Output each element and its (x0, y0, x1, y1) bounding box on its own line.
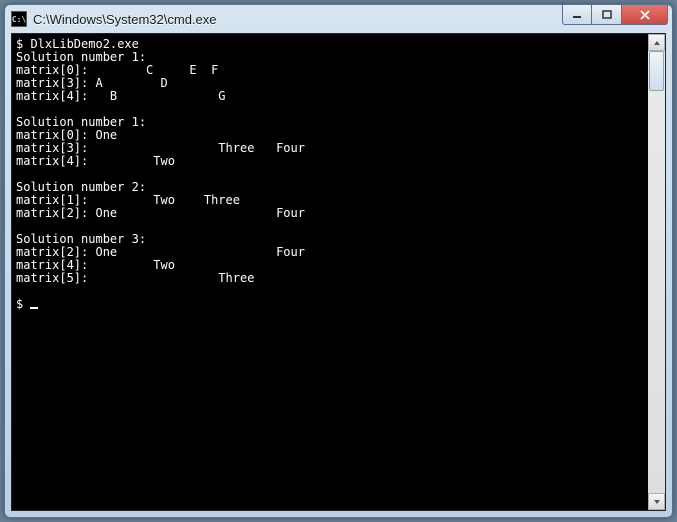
cursor (30, 307, 38, 309)
minimize-button[interactable] (562, 5, 592, 25)
console-output[interactable]: $ DlxLibDemo2.exe Solution number 1: mat… (12, 34, 648, 510)
vertical-scrollbar[interactable] (648, 34, 665, 510)
close-button[interactable] (622, 5, 668, 25)
scroll-track[interactable] (648, 51, 665, 493)
cmd-window: C:\ C:\Windows\System32\cmd.exe $ DlxLib… (4, 4, 673, 518)
titlebar[interactable]: C:\ C:\Windows\System32\cmd.exe (5, 5, 672, 33)
window-controls (562, 5, 668, 25)
scroll-up-button[interactable] (648, 34, 665, 51)
scroll-thumb[interactable] (649, 51, 664, 91)
cmd-icon: C:\ (11, 11, 27, 27)
scroll-down-button[interactable] (648, 493, 665, 510)
client-area: $ DlxLibDemo2.exe Solution number 1: mat… (11, 33, 666, 511)
maximize-button[interactable] (592, 5, 622, 25)
